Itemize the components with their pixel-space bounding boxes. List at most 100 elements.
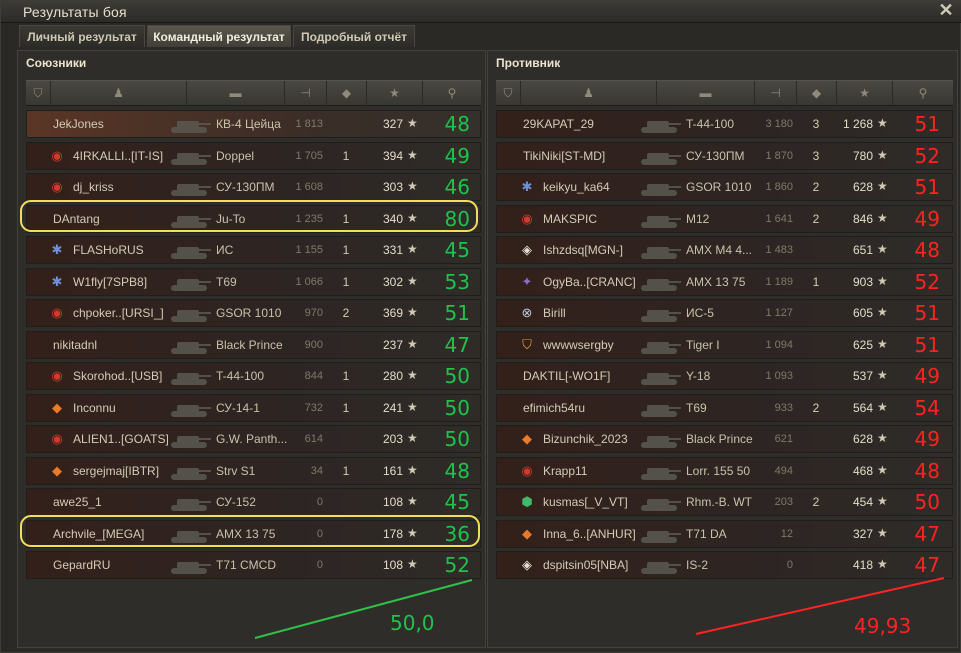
player-row[interactable]: efimich54ru T69 933 2 564 ★ 54 [496,393,953,422]
close-icon[interactable]: ✕ [936,1,956,21]
player-row[interactable]: ⛉ wwwwsergby Tiger I1 094 625 ★ 51 [496,330,953,359]
medal-column-icon[interactable]: ⚲ [893,81,953,105]
damage-value: 203 [774,496,793,508]
player-row[interactable]: ◈ dspitsin05[NBA] IS-2 0 418 ★ 47 [496,551,953,579]
rating-note: 52 [914,143,940,168]
tab-detailed-report[interactable]: Подробный отчёт [293,25,415,47]
damage-value: 1 608 [295,181,323,193]
player-row[interactable]: 29KAPAT_29 T-44-100 3 180 3 1 268 ★ 51 [496,110,953,138]
kills-value: 3 [812,117,820,131]
kills-value: 2 [812,400,820,415]
player-row[interactable]: ◆ sergejmaj[IBTR] Strv S1 34 1 161 ★ 48 [26,456,481,485]
player-row[interactable]: ⊗ Birill ИС-5 1 127 605 ★ 51 [496,299,953,327]
rating-note: 52 [444,553,470,577]
xp-value: 161 [382,463,403,478]
player-row[interactable]: ◉ ALIEN1..[GOATS] G.W. Panth... 614 203 ★ 50 [26,425,481,453]
xp-value: 369 [382,306,403,320]
player-row[interactable]: TikiNiki[ST-MD] СУ-130ПМ 1 870 3 780 ★ 52 [496,141,953,170]
player-row[interactable]: awe25_1 СУ-152 0 108 ★ 45 [26,488,481,516]
xp-value: 1 268 [842,117,873,131]
allies-table-header: ⛉ ♟ ▬ ⊣ ◆ ★ ⚲ [26,80,481,106]
clan-emblem-blue-icon: ✱ [51,273,63,289]
player-name: nikitadnl [53,337,98,352]
vehicle-column-icon[interactable]: ▬ [187,81,285,105]
kills-value: 1 [342,211,350,226]
star-icon: ★ [877,179,888,193]
kills-column-icon[interactable]: ◆ [327,81,367,105]
tab-personal-result[interactable]: Личный результат [19,25,145,47]
player-row[interactable]: ✱ keikyu_ka64 GSOR 1010 1 860 2 628 ★ 51 [496,173,953,201]
xp-column-icon[interactable]: ★ [367,81,423,105]
damage-value: 1 094 [765,338,793,351]
clan-emblem-shield-icon: ⛉ [522,336,532,352]
medal-column-icon[interactable]: ⚲ [423,81,481,105]
player-column-icon[interactable]: ♟ [51,81,187,105]
clan-emblem-white-icon: ◈ [522,242,532,257]
player-row[interactable]: ◆ Inconnu СУ-14-1 732 1 241 ★ 50 [26,393,481,422]
damage-column-icon[interactable]: ⊣ [755,81,797,105]
damage-value: 1 860 [765,181,793,193]
star-icon: ★ [407,431,418,445]
player-row[interactable]: ◉ MAKSPIC M12 1 641 2 846 ★ 49 [496,204,953,233]
vehicle-icon [169,208,213,232]
player-row[interactable]: ⬢ kusmas[_V_VT] Rhm.-B. WT 203 2 454 ★ 50 [496,488,953,516]
player-row[interactable]: Archvile_[MEGA] AMX 13 75 0 178 ★ 36 [26,519,481,548]
player-row[interactable]: DAKTIL[-WO1F] Y-18 1 093 537 ★ 49 [496,362,953,390]
kills-column-icon[interactable]: ◆ [797,81,837,105]
kills-value: 1 [342,274,350,289]
rating-note: 45 [444,490,470,514]
player-name: Archvile_[MEGA] [53,526,145,541]
xp-value: 628 [852,432,873,446]
vehicle-column-icon[interactable]: ▬ [657,81,755,105]
star-icon: ★ [877,399,888,414]
player-row[interactable]: ✱ W1fly[7SPB8] T69 1 066 1 302 ★ 53 [26,267,481,296]
player-row[interactable]: nikitadnl Black Prince 900 237 ★ 47 [26,330,481,359]
clan-emblem-x-icon: ⊗ [521,305,533,320]
player-row[interactable]: ◉ dj_kriss СУ-130ПМ 1 608 303 ★ 46 [26,173,481,201]
player-row[interactable]: ◈ Ishzdsq[MGN-] AMX M4 4... 1 483 651 ★ 48 [496,236,953,264]
player-column-icon[interactable]: ♟ [521,81,657,105]
kills-value: 1 [342,369,350,383]
rating-note: 49 [914,427,940,451]
clan-emblem-blue-icon: ✱ [521,179,533,194]
vehicle-icon [639,302,683,326]
player-row[interactable]: JekJones КВ-4 Цейца 1 813 327 ★ 48 [26,110,481,138]
clan-emblem-red-icon: ◉ [521,462,533,478]
xp-column-icon[interactable]: ★ [837,81,893,105]
player-row[interactable]: ◉ Krapp11 Lorr. 155 50 494 468 ★ 48 [496,456,953,485]
vehicle-icon [639,176,683,200]
player-row[interactable]: DAntang Ju-To 1 235 1 340 ★ 80 [26,204,481,233]
player-row[interactable]: ✦ OgyBa..[CRANC] AMX 13 75 1 189 1 903 ★ 52 [496,267,953,296]
star-icon: ★ [877,368,888,382]
squad-column-icon[interactable]: ⛉ [26,81,51,105]
clan-emblem-orange-icon: ◆ [522,431,532,446]
player-row[interactable]: ◉ 4IRKALLI..[IT-IS] Doppel 1 705 1 394 ★ 49 [26,141,481,170]
kills-value: 1 [342,463,350,478]
player-row[interactable]: GepardRU T71 CMCD 0 108 ★ 52 [26,551,481,579]
clan-emblem-red-icon: ◉ [51,147,63,163]
player-row[interactable]: ◆ Bizunchik_2023 Black Prince 621 628 ★ 49 [496,425,953,453]
xp-value: 303 [382,180,403,194]
damage-value: 0 [316,527,323,540]
vehicle-icon [169,176,213,200]
xp-value: 327 [852,526,873,541]
enemies-title: Противник [496,56,561,70]
player-row[interactable]: ◉ Skorohod..[USB] T-44-100 844 1 280 ★ 50 [26,362,481,390]
damage-column-icon[interactable]: ⊣ [285,81,327,105]
clan-emblem-blue-icon: ✱ [51,242,63,257]
rating-note: 46 [444,175,470,199]
rating-note: 47 [914,553,940,577]
rating-note: 52 [914,269,940,294]
squad-column-icon[interactable]: ⛉ [496,81,521,105]
xp-value: 537 [852,369,873,383]
player-row[interactable]: ✱ FLASHoRUS ИС 1 155 1 331 ★ 45 [26,236,481,264]
vehicle-icon [169,460,213,484]
player-row[interactable]: ◆ Inna_6..[ANHUR] T71 DA 12 327 ★ 47 [496,519,953,548]
tab-team-result[interactable]: Командный результат [147,25,291,47]
player-row[interactable]: ◉ chpoker..[URSI_] GSOR 1010 970 2 369 ★ 51 [26,299,481,327]
damage-value: 1 870 [765,149,793,162]
damage-value: 621 [774,433,793,445]
star-icon: ★ [407,116,418,130]
damage-value: 900 [304,338,323,351]
vehicle-icon [169,428,213,452]
